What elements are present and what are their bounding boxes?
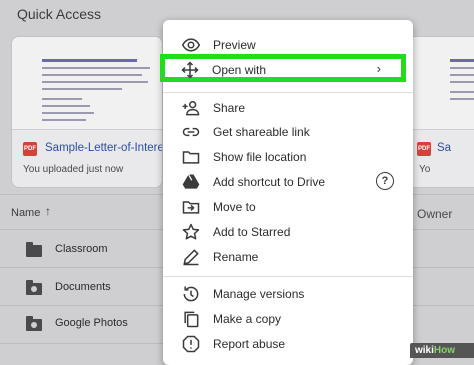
add-person-icon <box>181 98 201 118</box>
folder-icon <box>26 242 42 257</box>
menu-item-open-with[interactable]: Open with › <box>160 54 406 82</box>
menu-item-rename[interactable]: Rename <box>163 245 413 269</box>
pdf-icon: PDF <box>417 142 431 156</box>
context-menu: Preview Open with › Share Get shareable … <box>160 20 413 365</box>
menu-item-label: Report abuse <box>213 337 286 351</box>
move-arrows-icon <box>180 60 200 80</box>
file-card[interactable]: PDF Sample-Letter-of-Interest... You upl… <box>11 36 163 188</box>
pdf-icon: PDF <box>23 142 37 156</box>
link-icon <box>181 122 201 142</box>
menu-item-label: Make a copy <box>213 312 282 326</box>
menu-item-label: Manage versions <box>213 287 305 301</box>
column-header-owner[interactable]: Owner <box>417 207 452 221</box>
help-icon[interactable]: ? <box>376 172 394 190</box>
menu-item-get-link[interactable]: Get shareable link <box>163 120 413 144</box>
file-preview-thumbnail <box>406 37 474 130</box>
file-name: Sample-Letter-of-Interest... <box>45 142 162 154</box>
chevron-right-icon: › <box>376 61 381 76</box>
menu-divider <box>163 92 413 93</box>
menu-item-move-to[interactable]: Move to <box>163 195 413 219</box>
menu-item-label: Rename <box>213 250 259 264</box>
file-card[interactable]: PDF Sa Yo <box>405 36 474 188</box>
menu-item-label: Add shortcut to Drive <box>213 175 326 189</box>
pencil-icon <box>181 247 201 267</box>
file-name: Sa <box>437 142 452 154</box>
menu-item-show-location[interactable]: Show file location <box>163 145 413 169</box>
wikihow-logo-prefix: wiki <box>415 345 434 356</box>
menu-item-add-starred[interactable]: Add to Starred <box>163 220 413 244</box>
menu-item-label: Move to <box>213 200 256 214</box>
menu-item-label: Share <box>213 101 246 115</box>
menu-item-add-shortcut[interactable]: Add shortcut to Drive ? <box>163 170 413 194</box>
history-icon <box>181 284 201 304</box>
menu-item-label: Add to Starred <box>213 225 291 239</box>
menu-item-share[interactable]: Share <box>163 96 413 120</box>
arrow-up-icon[interactable]: ↑ <box>45 204 51 218</box>
eye-icon <box>181 35 201 55</box>
file-subtitle: Yo <box>419 164 431 175</box>
menu-item-label: Open with <box>212 63 267 77</box>
report-icon <box>181 334 201 354</box>
column-header-name[interactable]: Name <box>11 207 40 219</box>
wikihow-logo-suffix: How <box>433 345 456 356</box>
shared-folder-icon <box>26 316 42 331</box>
move-to-folder-icon <box>181 197 201 217</box>
folder-name: Documents <box>55 281 111 293</box>
file-preview-thumbnail <box>12 37 162 130</box>
wikihow-logo: wikiHow <box>410 343 474 358</box>
menu-item-report-abuse[interactable]: Report abuse <box>163 332 413 356</box>
menu-item-manage-versions[interactable]: Manage versions <box>163 282 413 306</box>
quick-access-title: Quick Access <box>17 6 102 22</box>
folder-outline-icon <box>181 147 201 167</box>
menu-divider <box>163 276 413 277</box>
folder-name: Google Photos <box>55 317 128 329</box>
folder-name: Classroom <box>55 243 108 255</box>
copy-icon <box>181 309 201 329</box>
menu-item-label: Show file location <box>213 150 307 164</box>
menu-item-label: Get shareable link <box>213 125 310 139</box>
drive-shortcut-icon <box>181 172 201 192</box>
menu-item-label: Preview <box>213 38 256 52</box>
file-subtitle: You uploaded just now <box>23 164 124 175</box>
menu-item-make-copy[interactable]: Make a copy <box>163 307 413 331</box>
star-outline-icon <box>181 222 201 242</box>
shared-folder-icon <box>26 280 42 295</box>
